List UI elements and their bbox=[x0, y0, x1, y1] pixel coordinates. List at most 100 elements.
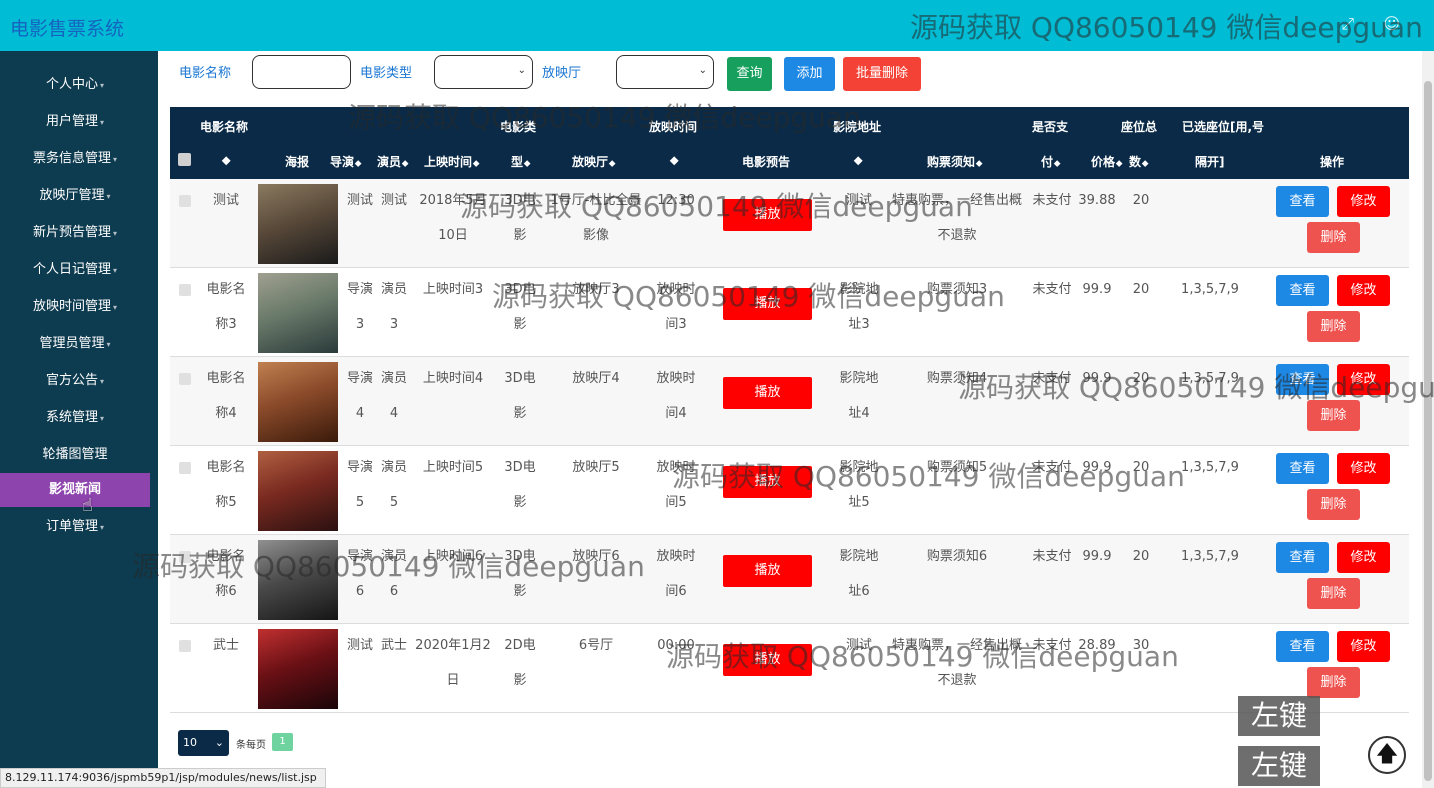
table-cell: 导演 4 bbox=[346, 371, 373, 421]
sidebar-item[interactable]: 管理员管理 ▾ bbox=[0, 327, 150, 361]
view-button[interactable]: 查看 bbox=[1276, 542, 1329, 573]
page-number[interactable]: 1 bbox=[272, 733, 293, 751]
play-trailer-button[interactable]: 播放 bbox=[723, 644, 812, 676]
select-all-checkbox[interactable] bbox=[178, 153, 191, 166]
view-button[interactable]: 查看 bbox=[1276, 453, 1329, 484]
th-movie-name[interactable]: 电影名称 bbox=[200, 118, 248, 135]
sidebar-item[interactable]: 个人中心 ▾ bbox=[0, 68, 150, 102]
sidebar-item[interactable]: 轮播图管理 bbox=[0, 438, 150, 472]
table-cell: 3D电影 bbox=[504, 549, 536, 599]
table-cell: 导演 5 bbox=[346, 460, 373, 510]
delete-button[interactable]: 删除 bbox=[1307, 222, 1360, 253]
table-cell: 电影名 称6 bbox=[206, 549, 246, 599]
table-cell: 20 bbox=[1132, 193, 1150, 208]
sidebar-item[interactable]: 订单管理 ▾ bbox=[0, 510, 150, 544]
th-seats-2[interactable]: 数⬥ bbox=[1129, 153, 1148, 170]
edit-button[interactable]: 修改 bbox=[1337, 186, 1390, 217]
delete-button[interactable]: 删除 bbox=[1307, 667, 1360, 698]
movie-poster bbox=[258, 362, 338, 442]
view-button[interactable]: 查看 bbox=[1276, 631, 1329, 662]
edit-button[interactable]: 修改 bbox=[1337, 453, 1390, 484]
table-cell: 影院地 址5 bbox=[839, 460, 879, 510]
edit-button[interactable]: 修改 bbox=[1337, 542, 1390, 573]
table-cell: 28.89 bbox=[1078, 638, 1116, 653]
play-trailer-button[interactable]: 播放 bbox=[723, 555, 812, 587]
sidebar-item[interactable]: 系统管理 ▾ bbox=[0, 401, 150, 435]
table-cell: 20 bbox=[1132, 282, 1150, 297]
sidebar-item[interactable]: 个人日记管理 ▾ bbox=[0, 253, 150, 287]
sidebar-item[interactable]: 官方公告 ▾ bbox=[0, 364, 150, 398]
sidebar-item-label: 票务信息管理 bbox=[32, 151, 111, 166]
table-header: 电影名称 ⬥ 海报 导演⬥ 演员⬥ 上映时间⬥ 电影类 型⬥ 放映厅⬥ 放映时间… bbox=[170, 107, 1409, 179]
table-cell: 演员 3 bbox=[380, 282, 407, 332]
th-cinema-address[interactable]: 影院地址 bbox=[833, 118, 881, 135]
edit-button[interactable]: 修改 bbox=[1337, 275, 1390, 306]
top-icons: ⤢ ☺ bbox=[1317, 14, 1400, 34]
th-director[interactable]: 导演⬥ bbox=[330, 153, 361, 170]
th-notice[interactable]: 购票须知⬥ bbox=[927, 153, 982, 170]
movie-type-select[interactable]: ⌄ bbox=[434, 55, 533, 89]
query-button[interactable]: 查询 bbox=[727, 57, 772, 91]
th-type[interactable]: 电影类 bbox=[500, 118, 536, 135]
row-checkbox[interactable] bbox=[179, 373, 191, 385]
th-show-time[interactable]: 放映时间 bbox=[649, 118, 697, 135]
add-button[interactable]: 添加 bbox=[784, 57, 835, 91]
scrollbar[interactable] bbox=[1422, 51, 1434, 788]
delete-button[interactable]: 删除 bbox=[1307, 578, 1360, 609]
play-trailer-button[interactable]: 播放 bbox=[723, 466, 812, 498]
th-seats[interactable]: 座位总 bbox=[1121, 118, 1157, 135]
view-button[interactable]: 查看 bbox=[1276, 364, 1329, 395]
sidebar-item[interactable]: 票务信息管理 ▾ bbox=[0, 142, 150, 176]
arrow-up-icon[interactable]: 🡅 bbox=[1368, 736, 1406, 774]
view-button[interactable]: 查看 bbox=[1276, 275, 1329, 306]
row-checkbox[interactable] bbox=[179, 551, 191, 563]
delete-button[interactable]: 删除 bbox=[1307, 400, 1360, 431]
table-cell: 测试 bbox=[380, 193, 407, 208]
table-cell: 影院地 址4 bbox=[839, 371, 879, 421]
th-selected-seats-2: 隔开] bbox=[1195, 155, 1225, 169]
user-icon[interactable]: ☺ bbox=[1383, 14, 1400, 33]
table-cell: 测试 bbox=[346, 638, 373, 653]
table-cell: 放映厅4 bbox=[572, 371, 620, 386]
delete-button[interactable]: 删除 bbox=[1307, 489, 1360, 520]
sort-icon[interactable]: ⬥ bbox=[854, 153, 862, 168]
play-trailer-button[interactable]: 播放 bbox=[723, 199, 812, 231]
th-hall[interactable]: 放映厅⬥ bbox=[572, 153, 615, 170]
fullscreen-icon[interactable]: ⤢ bbox=[1341, 14, 1354, 33]
th-type-2[interactable]: 型⬥ bbox=[511, 153, 530, 170]
table-cell: 12:30 bbox=[657, 193, 695, 208]
row-checkbox[interactable] bbox=[179, 284, 191, 296]
table-cell: 电影名 称5 bbox=[206, 460, 246, 510]
table-cell: 上映时间3 bbox=[422, 282, 484, 297]
row-checkbox[interactable] bbox=[179, 195, 191, 207]
edit-button[interactable]: 修改 bbox=[1337, 364, 1390, 395]
sidebar-item[interactable]: 用户管理 ▾ bbox=[0, 105, 150, 139]
th-paid-2[interactable]: 付⬥ bbox=[1041, 153, 1060, 170]
play-trailer-button[interactable]: 播放 bbox=[723, 288, 812, 320]
table-cell: 2018年5月 10日 bbox=[419, 193, 487, 243]
th-selected-seats: 已选座位[用,号 bbox=[1182, 120, 1265, 134]
th-price[interactable]: 价格⬥ bbox=[1091, 153, 1122, 170]
sidebar-item[interactable]: 放映厅管理 ▾ bbox=[0, 179, 150, 213]
sort-icon[interactable]: ⬥ bbox=[222, 153, 230, 168]
row-checkbox[interactable] bbox=[179, 462, 191, 474]
view-button[interactable]: 查看 bbox=[1276, 186, 1329, 217]
sidebar-item[interactable]: 新片预告管理 ▾ bbox=[0, 216, 150, 250]
table-cell: 2D电影 bbox=[504, 638, 536, 688]
th-paid[interactable]: 是否支 bbox=[1032, 118, 1068, 135]
play-trailer-button[interactable]: 播放 bbox=[723, 377, 812, 409]
chevron-down-icon: ⌄ bbox=[517, 65, 526, 76]
delete-button[interactable]: 删除 bbox=[1307, 311, 1360, 342]
row-checkbox[interactable] bbox=[179, 640, 191, 652]
hall-select[interactable]: ⌄ bbox=[616, 55, 714, 89]
movie-name-input[interactable] bbox=[252, 55, 351, 89]
th-actor[interactable]: 演员⬥ bbox=[377, 153, 408, 170]
sidebar-item[interactable]: 影视新闻 bbox=[0, 473, 150, 507]
edit-button[interactable]: 修改 bbox=[1337, 631, 1390, 662]
sort-icon[interactable]: ⬥ bbox=[670, 153, 678, 168]
sidebar-item[interactable]: 放映时间管理 ▾ bbox=[0, 290, 150, 324]
page-size-select[interactable]: 10 ⌄ bbox=[178, 730, 229, 756]
batch-delete-button[interactable]: 批量删除 bbox=[843, 57, 921, 91]
scrollbar-thumb[interactable] bbox=[1424, 81, 1432, 781]
th-release[interactable]: 上映时间⬥ bbox=[424, 153, 479, 170]
